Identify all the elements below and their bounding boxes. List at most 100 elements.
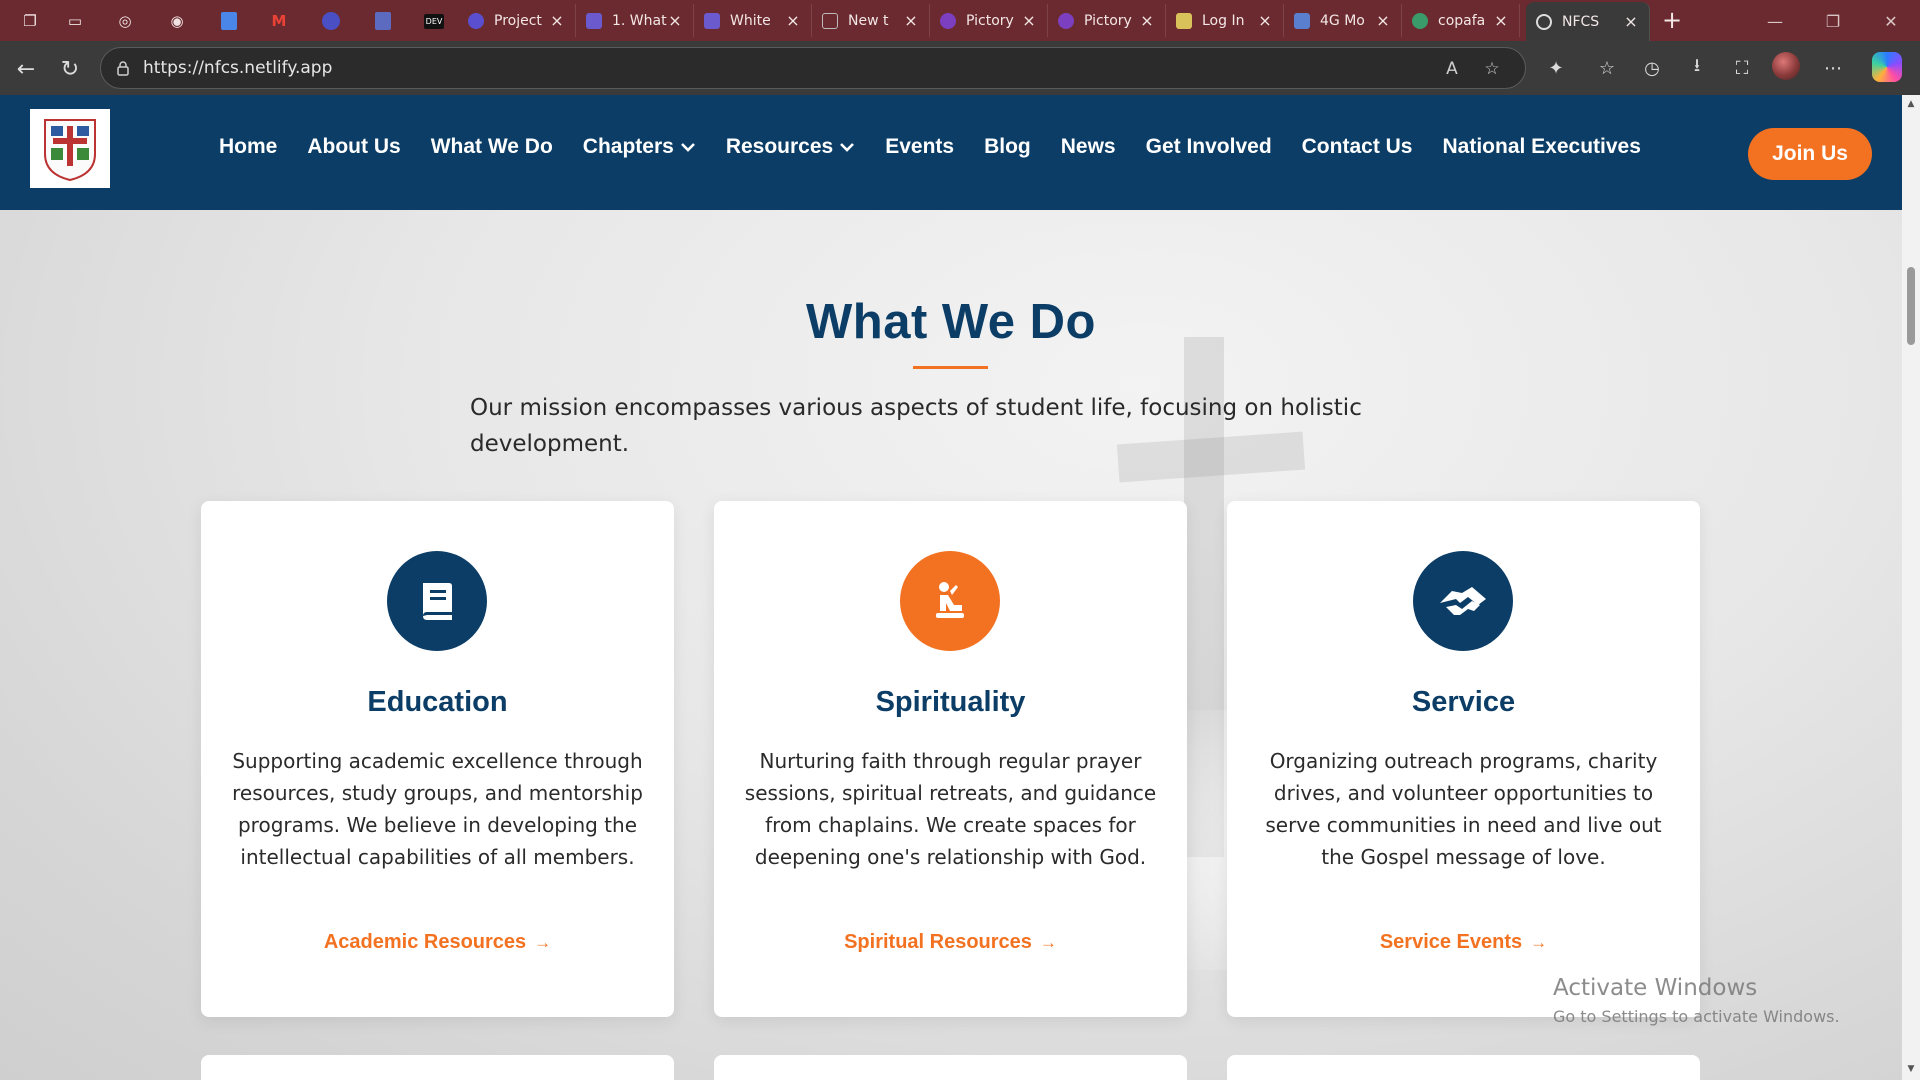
refresh-button[interactable]: ↻	[56, 55, 84, 83]
next-row-card	[1227, 1055, 1700, 1080]
tab-close-icon[interactable]: ×	[785, 11, 801, 30]
tab-actions-icon[interactable]: ▭	[62, 8, 88, 34]
card-title: Spirituality	[875, 686, 1026, 718]
tab-favicon-icon	[1294, 12, 1310, 29]
join-us-button[interactable]: Join Us	[1748, 128, 1872, 180]
arrow-right-icon: →	[534, 933, 552, 952]
url-text[interactable]: https://nfcs.netlify.app	[143, 58, 332, 78]
nav-blog[interactable]: Blog	[984, 135, 1031, 159]
pinned-tab-chatgpt-icon[interactable]: ◎	[112, 8, 138, 34]
nav-events[interactable]: Events	[885, 135, 954, 159]
nfcs-crest-icon	[44, 118, 96, 181]
tab-close-icon[interactable]: ×	[1139, 11, 1155, 30]
favorites-icon[interactable]: ☆	[1592, 53, 1622, 83]
spirituality-icon-circle	[900, 551, 1000, 651]
new-tab-button[interactable]: +	[1658, 6, 1686, 34]
tab-close-icon[interactable]: ×	[1493, 11, 1509, 30]
profile-avatar[interactable]	[1772, 52, 1800, 80]
browser-tab[interactable]: Log In ×	[1166, 4, 1284, 37]
nav-chapters-label: Chapters	[582, 135, 674, 158]
nav-home[interactable]: Home	[219, 135, 277, 159]
nav-chapters[interactable]: Chapters	[583, 135, 696, 159]
windows-activation-watermark: Activate Windows Go to Settings to activ…	[1553, 975, 1840, 1026]
tab-favicon-icon	[1058, 12, 1074, 29]
academic-resources-link[interactable]: Academic Resources →	[201, 931, 674, 954]
browser-tab[interactable]: New t ×	[812, 4, 930, 37]
tab-favicon-icon	[1176, 12, 1192, 29]
tab-close-icon[interactable]: ×	[1623, 12, 1639, 31]
main-nav: Home About Us What We Do Chapters Resour…	[219, 135, 1671, 159]
pinned-tab-docs-icon[interactable]	[216, 8, 242, 34]
card-link-label: Spiritual Resources	[844, 931, 1032, 953]
page-scrollbar[interactable]: ▲ ▼	[1902, 95, 1920, 1080]
arrow-right-icon: →	[1530, 933, 1548, 952]
browser-tab[interactable]: Project ×	[458, 4, 576, 37]
nav-executives[interactable]: National Executives	[1443, 135, 1641, 159]
pinned-tab-gmail-icon[interactable]: M	[266, 8, 292, 34]
pinned-tab-dev-label: DEV	[423, 13, 445, 29]
tab-favicon-icon	[586, 12, 602, 29]
tab-close-icon[interactable]: ×	[549, 11, 565, 30]
tab-close-icon[interactable]: ×	[1257, 11, 1273, 30]
pinned-tab-canva-icon[interactable]	[318, 8, 344, 34]
nav-resources[interactable]: Resources	[726, 135, 855, 159]
site-header: Home About Us What We Do Chapters Resour…	[0, 95, 1902, 210]
workspaces-icon[interactable]: ❐	[17, 8, 43, 34]
tab-favicon-icon	[822, 12, 838, 29]
title-underline	[913, 366, 988, 369]
pinned-tab-app-icon[interactable]: ◉	[164, 8, 190, 34]
card-text: Nurturing faith through regular prayer s…	[744, 749, 1157, 869]
copilot-icon[interactable]	[1872, 52, 1902, 82]
spiritual-resources-link[interactable]: Spiritual Resources →	[714, 931, 1187, 954]
browser-tab[interactable]: copafa ×	[1402, 4, 1520, 37]
browser-tab[interactable]: 1. What ×	[576, 4, 694, 37]
browser-tab[interactable]: Pictory ×	[1048, 4, 1166, 37]
next-row-card	[201, 1055, 674, 1080]
browser-tab-active[interactable]: NFCS ×	[1526, 2, 1650, 41]
handshake-icon	[1440, 587, 1486, 615]
tab-close-icon[interactable]: ×	[903, 11, 919, 30]
card-link-label: Service Events	[1379, 931, 1523, 953]
card-title: Service	[1411, 686, 1516, 718]
nav-about[interactable]: About Us	[307, 135, 400, 159]
close-window-button[interactable]: ✕	[1868, 8, 1914, 34]
minimize-button[interactable]: —	[1752, 8, 1798, 34]
book-icon	[423, 583, 452, 620]
pinned-tab-dev[interactable]: DEV	[421, 8, 447, 34]
watermark-subtitle: Go to Settings to activate Windows.	[1553, 1007, 1840, 1026]
browser-tab[interactable]: Pictory ×	[930, 4, 1048, 37]
address-bar[interactable]: https://nfcs.netlify.app A ☆	[100, 47, 1526, 89]
service-icon-circle	[1413, 551, 1513, 651]
nav-news[interactable]: News	[1061, 135, 1116, 159]
card-text: Organizing outreach programs, charity dr…	[1265, 749, 1662, 869]
nav-what-we-do[interactable]: What We Do	[431, 135, 553, 159]
scrollbar-thumb[interactable]	[1907, 267, 1915, 345]
more-menu-icon[interactable]: ⋯	[1818, 53, 1848, 83]
education-icon-circle	[387, 551, 487, 651]
nav-contact[interactable]: Contact Us	[1302, 135, 1413, 159]
favorite-star-icon[interactable]: ☆	[1481, 58, 1503, 80]
pinned-tab-notes-icon[interactable]	[370, 8, 396, 34]
scroll-up-arrow-icon[interactable]: ▲	[1906, 99, 1916, 109]
browser-tab[interactable]: 4G Mo ×	[1284, 4, 1402, 37]
tab-close-icon[interactable]: ×	[667, 11, 683, 30]
what-we-do-section: What We Do Our mission encompasses vario…	[0, 210, 1902, 1080]
history-icon[interactable]: ◷	[1637, 53, 1667, 83]
screenshot-icon[interactable]: ⛶	[1727, 53, 1757, 83]
browser-tab[interactable]: White ×	[694, 4, 812, 37]
back-button[interactable]: ←	[12, 55, 40, 83]
tab-close-icon[interactable]: ×	[1375, 11, 1391, 30]
nav-get-involved[interactable]: Get Involved	[1146, 135, 1272, 159]
downloads-icon[interactable]: ⭳	[1682, 53, 1712, 83]
restore-button[interactable]: ❐	[1810, 8, 1856, 34]
tab-close-icon[interactable]: ×	[1021, 11, 1037, 30]
spirituality-card: Spirituality Nurturing faith through reg…	[714, 501, 1187, 1017]
extensions-icon[interactable]: ✦	[1541, 53, 1571, 83]
lock-icon	[117, 61, 129, 76]
read-aloud-icon[interactable]: A	[1441, 58, 1463, 80]
service-events-link[interactable]: Service Events →	[1227, 931, 1700, 954]
site-logo[interactable]	[30, 109, 110, 188]
chevron-down-icon	[680, 143, 695, 152]
section-description: Our mission encompasses various aspects …	[470, 395, 1362, 457]
scroll-down-arrow-icon[interactable]: ▼	[1906, 1064, 1916, 1074]
